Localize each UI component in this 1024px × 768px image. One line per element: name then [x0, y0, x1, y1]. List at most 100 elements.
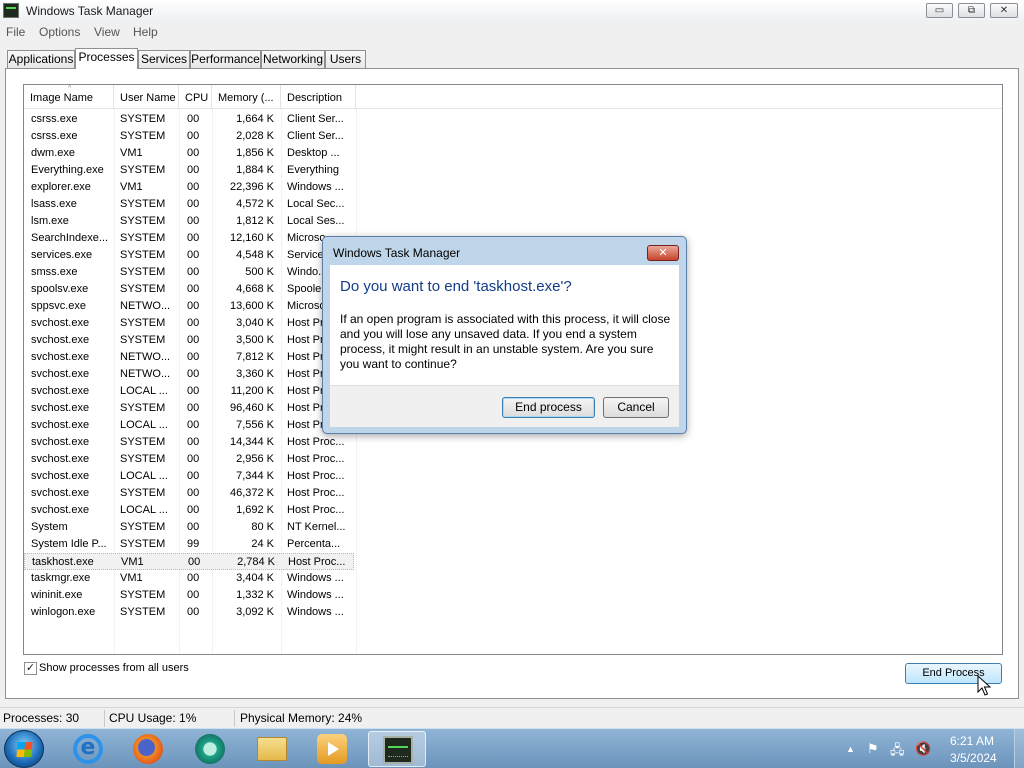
column-user-name[interactable]: User Name — [114, 85, 179, 109]
process-row[interactable]: svchost.exe SYSTEM 00 14,344 K Host Proc... — [24, 434, 354, 451]
taskbar-internet-explorer[interactable]: e — [62, 731, 114, 767]
process-row[interactable]: SearchIndexe... SYSTEM 00 12,160 K Microso..… — [24, 230, 354, 247]
cell-cpu: 00 — [187, 589, 200, 601]
taskbar-file-explorer[interactable] — [246, 731, 298, 767]
show-desktop-button[interactable] — [1014, 729, 1024, 768]
cell-user-name: VM1 — [120, 147, 143, 159]
process-row[interactable]: svchost.exe SYSTEM 00 2,956 K Host Proc... — [24, 451, 354, 468]
start-button[interactable] — [4, 730, 44, 768]
confirm-end-process-button[interactable]: End process — [502, 397, 595, 418]
taskbar-firefox[interactable] — [122, 731, 174, 767]
cell-user-name: SYSTEM — [120, 317, 166, 329]
process-row[interactable]: lsass.exe SYSTEM 00 4,572 K Local Sec... — [24, 196, 354, 213]
column-cpu[interactable]: CPU — [179, 85, 212, 109]
process-row[interactable]: svchost.exe SYSTEM 00 46,372 K Host Proc... — [24, 485, 354, 502]
tab-applications[interactable]: Applications — [7, 50, 75, 69]
process-row[interactable]: svchost.exe SYSTEM 00 3,500 K Host Pr... — [24, 332, 354, 349]
process-row[interactable]: lsm.exe SYSTEM 00 1,812 K Local Ses... — [24, 213, 354, 230]
cell-cpu: 00 — [187, 487, 200, 499]
process-row[interactable]: svchost.exe LOCAL ... 00 7,556 K Host Pr... — [24, 417, 354, 434]
clock-date[interactable]: 3/5/2024 — [950, 751, 997, 765]
show-all-label[interactable]: Show processes from all users — [39, 662, 189, 674]
dialog-heading: Do you want to end 'taskhost.exe'? — [340, 278, 572, 295]
process-row[interactable]: csrss.exe SYSTEM 00 2,028 K Client Ser... — [24, 128, 354, 145]
cell-user-name: SYSTEM — [120, 487, 166, 499]
cell-memory: 1,812 K — [236, 215, 274, 227]
process-row[interactable]: svchost.exe NETWO... 00 7,812 K Host Pr... — [24, 349, 354, 366]
cell-memory: 96,460 K — [229, 402, 274, 414]
clock-time[interactable]: 6:21 AM — [950, 734, 994, 748]
volume-muted-icon[interactable]: 🔇 — [915, 741, 931, 757]
process-row[interactable]: svchost.exe LOCAL ... 00 7,344 K Host Proc..… — [24, 468, 354, 485]
cell-image-name: svchost.exe — [31, 453, 90, 465]
cell-image-name: System Idle P... — [31, 538, 107, 550]
tab-networking[interactable]: Networking — [261, 50, 325, 69]
process-row[interactable]: wininit.exe SYSTEM 00 1,332 K Windows ... — [24, 587, 354, 604]
process-row[interactable]: taskhost.exe VM1 00 2,784 K Host Proc... — [24, 553, 354, 570]
menu-options[interactable]: Options — [39, 25, 80, 39]
process-row[interactable]: taskmgr.exe VM1 00 3,404 K Windows ... — [24, 570, 354, 587]
system-tray: ▲ ⚑ 🖧 🔇 6:21 AM 3/5/2024 — [840, 729, 1024, 768]
show-hidden-icons-button[interactable]: ▲ — [846, 744, 855, 754]
process-row[interactable]: smss.exe SYSTEM 00 500 K Windo... — [24, 264, 354, 281]
tab-users[interactable]: Users — [325, 50, 366, 69]
title-bar[interactable]: Windows Task Manager ▭ ⧉ ✕ — [0, 0, 1024, 22]
network-icon[interactable]: 🖧 — [890, 741, 905, 763]
process-row[interactable]: svchost.exe SYSTEM 00 96,460 K Host Pr... — [24, 400, 354, 417]
menu-help[interactable]: Help — [133, 25, 158, 39]
cell-memory: 11,200 K — [230, 385, 274, 397]
cell-image-name: lsm.exe — [31, 215, 69, 227]
action-center-flag-icon[interactable]: ⚑ — [867, 741, 879, 757]
menu-file[interactable]: File — [6, 25, 25, 39]
tab-performance[interactable]: Performance — [190, 50, 261, 69]
show-all-checkbox[interactable]: ✓ — [24, 662, 37, 675]
cell-memory: 1,884 K — [236, 164, 274, 176]
cell-image-name: svchost.exe — [31, 419, 90, 431]
maximize-button[interactable]: ⧉ — [958, 3, 985, 18]
minimize-button[interactable]: ▭ — [926, 3, 953, 18]
tab-processes[interactable]: Processes — [75, 48, 138, 69]
cancel-button[interactable]: Cancel — [603, 397, 669, 418]
cell-cpu: 00 — [187, 147, 200, 159]
process-row[interactable]: winlogon.exe SYSTEM 00 3,092 K Windows ... — [24, 604, 354, 621]
cell-cpu: 00 — [187, 334, 200, 346]
process-row[interactable]: sppsvc.exe NETWO... 00 13,600 K Microso... — [24, 298, 354, 315]
taskbar-task-manager[interactable] — [368, 731, 426, 767]
process-row[interactable]: spoolsv.exe SYSTEM 00 4,668 K Spoole... — [24, 281, 354, 298]
menu-view[interactable]: View — [94, 25, 120, 39]
process-row[interactable]: System SYSTEM 00 80 K NT Kernel... — [24, 519, 354, 536]
process-row[interactable]: svchost.exe LOCAL ... 00 11,200 K Host Pr... — [24, 383, 354, 400]
process-row[interactable]: svchost.exe NETWO... 00 3,360 K Host Pr... — [24, 366, 354, 383]
column-description[interactable]: Description — [281, 85, 356, 109]
process-row[interactable]: svchost.exe SYSTEM 00 3,040 K Host Pr... — [24, 315, 354, 332]
process-row[interactable]: System Idle P... SYSTEM 99 24 K Percenta... — [24, 536, 354, 553]
cell-image-name: svchost.exe — [31, 436, 90, 448]
dialog-close-button[interactable]: ✕ — [647, 245, 679, 261]
sort-arrow-icon: ^ — [68, 85, 72, 92]
cell-memory: 22,396 K — [229, 181, 274, 193]
taskbar-media-player[interactable] — [306, 731, 358, 767]
cell-cpu: 00 — [187, 402, 200, 414]
process-row[interactable]: services.exe SYSTEM 00 4,548 K Service... — [24, 247, 354, 264]
close-button[interactable]: ✕ — [990, 3, 1018, 18]
process-row[interactable]: Everything.exe SYSTEM 00 1,884 K Everything — [24, 162, 354, 179]
process-row[interactable]: svchost.exe LOCAL ... 00 1,692 K Host Proc..… — [24, 502, 354, 519]
cell-image-name: lsass.exe — [31, 198, 77, 210]
media-player-icon — [317, 734, 347, 764]
internet-explorer-icon: e — [73, 734, 103, 764]
cell-image-name: services.exe — [31, 249, 93, 261]
process-row[interactable]: dwm.exe VM1 00 1,856 K Desktop ... — [24, 145, 354, 162]
task-manager-icon — [3, 3, 19, 18]
column-memory[interactable]: Memory (... — [212, 85, 281, 109]
process-row[interactable]: explorer.exe VM1 00 22,396 K Windows ... — [24, 179, 354, 196]
cell-image-name: sppsvc.exe — [31, 300, 87, 312]
cell-description: Windows ... — [287, 572, 344, 584]
tab-services[interactable]: Services — [138, 50, 190, 69]
process-row[interactable]: csrss.exe SYSTEM 00 1,664 K Client Ser... — [24, 111, 354, 128]
cell-image-name: smss.exe — [31, 266, 78, 278]
dialog-footer: End process Cancel — [330, 385, 679, 427]
cell-description: Host Proc... — [287, 470, 345, 482]
cell-description: Windows ... — [287, 589, 344, 601]
cell-image-name: SearchIndexe... — [31, 232, 109, 244]
taskbar-chat-app[interactable] — [184, 731, 236, 767]
